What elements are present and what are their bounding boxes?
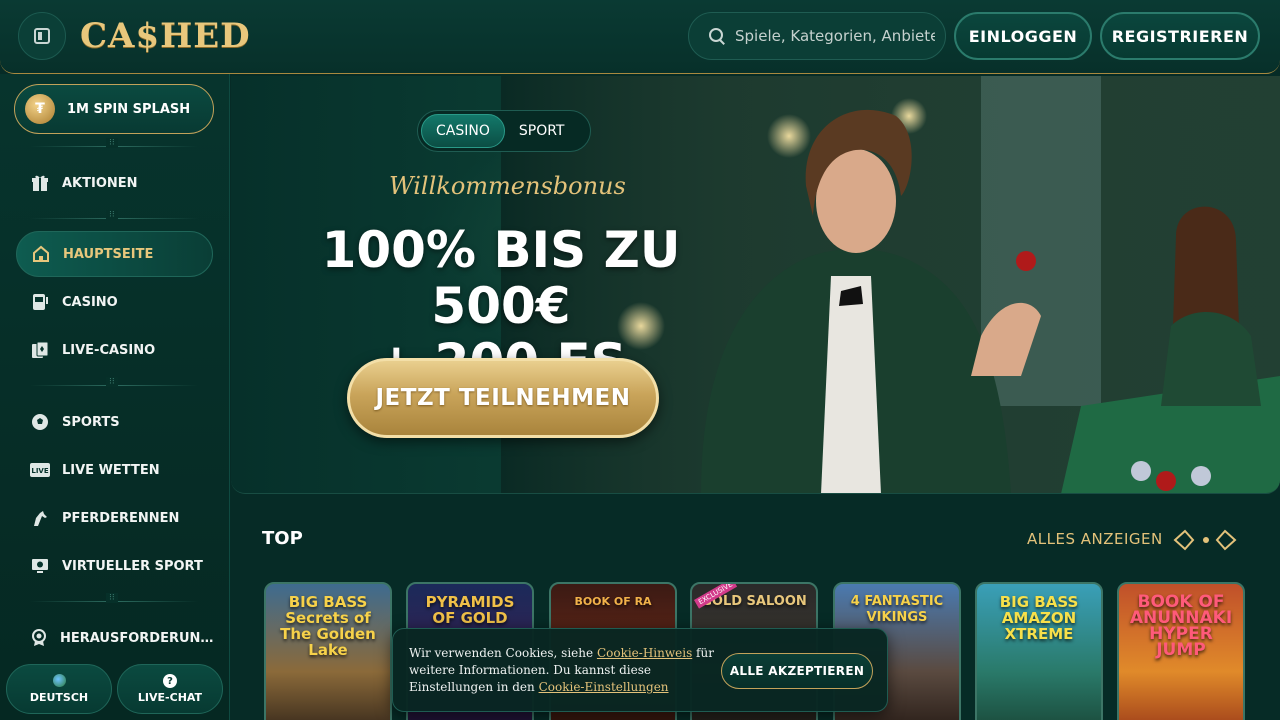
search-bar[interactable] <box>688 12 946 60</box>
sidebar-item-sports[interactable]: SPORTS <box>16 399 213 445</box>
game-card[interactable]: BIG BASS Secrets of The Golden Lake <box>264 582 392 720</box>
svg-text:LIVE: LIVE <box>31 467 48 475</box>
soccer-ball-icon <box>30 412 50 432</box>
sidebar-item-herausforderungen[interactable]: HERAUSFORDERUN… <box>16 615 213 661</box>
sidebar-item-label: CASINO <box>62 294 118 310</box>
slot-machine-icon <box>30 292 50 312</box>
sidebar-item-live-wetten[interactable]: LIVE LIVE WETTEN <box>16 447 213 493</box>
hero-banner[interactable]: CASINO SPORT Willkommensbonus 100% BIS Z… <box>231 76 1280 494</box>
tab-sport[interactable]: SPORT <box>505 114 579 148</box>
live-icon: LIVE <box>30 460 50 480</box>
section-title: TOP <box>262 528 303 549</box>
chevron-left-icon <box>1173 529 1195 551</box>
cookie-banner: Wir verwenden Cookies, siehe Cookie-Hinw… <box>392 628 888 712</box>
divider <box>30 138 198 148</box>
sidebar-item-casino[interactable]: CASINO <box>16 279 213 325</box>
sidebar-item-hauptseite[interactable]: HAUPTSEITE <box>16 231 213 277</box>
home-icon <box>31 244 51 264</box>
promo-label: 1M SPIN SPLASH <box>67 101 191 117</box>
carousel-dot <box>1203 537 1209 543</box>
sidebar-item-live-casino[interactable]: LIVE-CASINO <box>16 327 213 373</box>
gift-icon <box>30 173 50 193</box>
sidebar-item-label: VIRTUELLER SPORT <box>62 558 203 574</box>
headline-line-1: 100% BIS ZU 500€ <box>321 221 681 335</box>
language-button[interactable]: DEUTSCH <box>6 664 112 714</box>
sidebar-item-label: AKTIONEN <box>62 175 138 191</box>
sidebar-item-label: PFERDERENNEN <box>62 510 180 526</box>
welcome-bonus-label: Willkommensbonus <box>389 172 626 200</box>
login-button[interactable]: EINLOGGEN <box>954 12 1092 60</box>
top-header: CA$HED EINLOGGEN REGISTRIEREN <box>0 0 1280 74</box>
game-card[interactable]: BOOK OF ANUNNAKI HYPER JUMP <box>1117 582 1245 720</box>
tab-casino[interactable]: CASINO <box>421 114 505 148</box>
globe-icon <box>52 674 66 687</box>
game-title: PYRAMIDS OF GOLD <box>425 593 515 627</box>
logo[interactable]: CA$HED <box>80 14 251 58</box>
sidebar-item-virtueller-sport[interactable]: VIRTUELLER SPORT <box>16 543 213 589</box>
sidebar-toggle-button[interactable] <box>18 12 66 60</box>
sidebar-item-label: SPORTS <box>62 414 120 430</box>
divider <box>30 593 198 603</box>
cookie-settings-link[interactable]: Cookie-Einstellungen <box>539 680 669 694</box>
game-title: 4 FANTASTIC VIKINGS <box>850 594 944 625</box>
game-title: BIG BASS Secrets of The Golden Lake <box>280 593 376 659</box>
promo-button[interactable]: ₮ 1M SPIN SPLASH <box>14 84 214 134</box>
sidebar-item-label: LIVE-CASINO <box>62 342 156 358</box>
sidebar-toggle-icon <box>34 28 50 44</box>
horse-icon <box>30 508 50 528</box>
game-card[interactable]: BIG BASS AMAZON XTREME <box>975 582 1103 720</box>
cookie-notice-link[interactable]: Cookie-Hinweis <box>597 646 692 660</box>
search-icon <box>709 28 725 44</box>
cookie-text: Wir verwenden Cookies, siehe Cookie-Hinw… <box>409 645 714 696</box>
carousel-prev-button[interactable] <box>1170 528 1196 552</box>
show-all-link[interactable]: ALLES ANZEIGEN <box>1027 530 1163 548</box>
help-icon: ? <box>163 674 177 688</box>
sidebar-item-label: HERAUSFORDERUN… <box>60 630 214 646</box>
accept-all-cookies-button[interactable]: ALLE AKZEPTIEREN <box>721 653 873 689</box>
cards-icon <box>30 340 50 360</box>
divider <box>30 210 198 220</box>
chevron-right-icon <box>1215 529 1237 551</box>
language-label: DEUTSCH <box>29 691 89 704</box>
search-input[interactable] <box>735 27 935 45</box>
coin-icon: ₮ <box>25 94 55 124</box>
join-now-button[interactable]: JETZT TEILNEHMEN <box>347 358 659 438</box>
sidebar-item-aktionen[interactable]: AKTIONEN <box>16 160 213 206</box>
sidebar-item-label: LIVE WETTEN <box>62 462 160 478</box>
live-chat-button[interactable]: ? LIVE-CHAT <box>117 664 223 714</box>
game-title: BOOK OF RA <box>574 595 652 608</box>
live-chat-label: LIVE-CHAT <box>137 691 203 704</box>
sidebar-item-label: HAUPTSEITE <box>63 246 154 262</box>
game-title: BIG BASS AMAZON XTREME <box>999 593 1079 643</box>
carousel-next-button[interactable] <box>1214 528 1240 552</box>
divider <box>30 377 198 387</box>
register-button[interactable]: REGISTRIEREN <box>1100 12 1260 60</box>
sidebar: ₮ 1M SPIN SPLASH AKTIONEN HAUPTSEITE CAS… <box>0 74 230 720</box>
game-title: BOOK OF ANUNNAKI HYPER JUMP <box>1129 592 1233 660</box>
category-tabs: CASINO SPORT <box>417 110 591 152</box>
virtual-sport-icon <box>30 556 50 576</box>
sidebar-item-pferderennen[interactable]: PFERDERENNEN <box>16 495 213 541</box>
challenge-icon <box>30 628 48 648</box>
cookie-text-part: Wir verwenden Cookies, siehe <box>409 646 597 660</box>
